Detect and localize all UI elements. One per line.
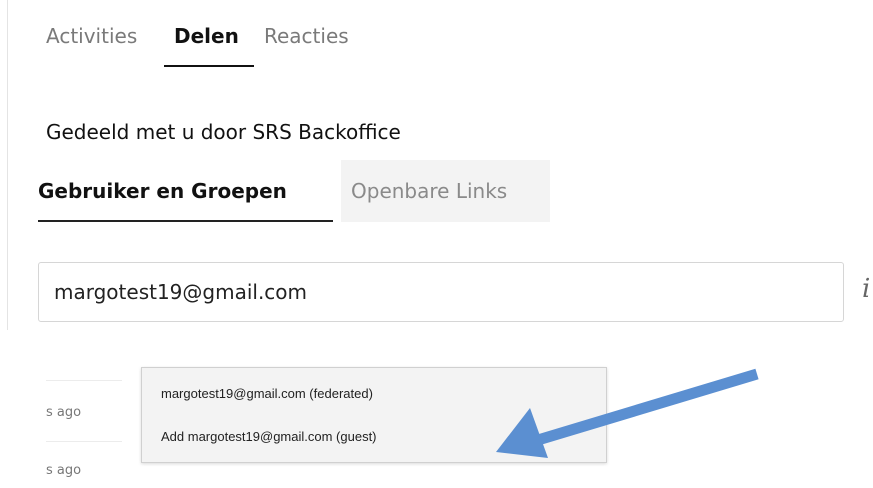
panel-border [7,0,8,330]
autocomplete-dropdown: margotest19@gmail.com (federated) Add ma… [141,367,607,463]
tab-delen[interactable]: Delen [174,22,239,50]
tab-activities[interactable]: Activities [46,22,137,50]
tab-reacties[interactable]: Reacties [264,22,349,50]
tab-users-and-groups[interactable]: Gebruiker en Groepen [38,160,333,222]
activity-divider [46,380,122,381]
tab-public-links-label: Openbare Links [351,179,508,203]
share-with-input[interactable] [38,262,844,322]
activity-divider [46,441,122,442]
shared-by-text: Gedeeld met u door SRS Backoffice [46,120,401,144]
activity-timestamp: s ago [46,463,82,478]
info-icon[interactable]: i [862,276,870,302]
active-tab-indicator [164,65,254,67]
autocomplete-option-federated[interactable]: margotest19@gmail.com (federated) [161,386,373,401]
activity-timestamp: s ago [46,405,82,420]
sharing-sidebar: Activities Delen Reacties Gedeeld met u … [0,0,873,488]
autocomplete-option-add-guest[interactable]: Add margotest19@gmail.com (guest) [161,429,377,444]
tab-public-links[interactable]: Openbare Links [341,160,550,222]
tab-users-and-groups-label: Gebruiker en Groepen [38,179,287,203]
